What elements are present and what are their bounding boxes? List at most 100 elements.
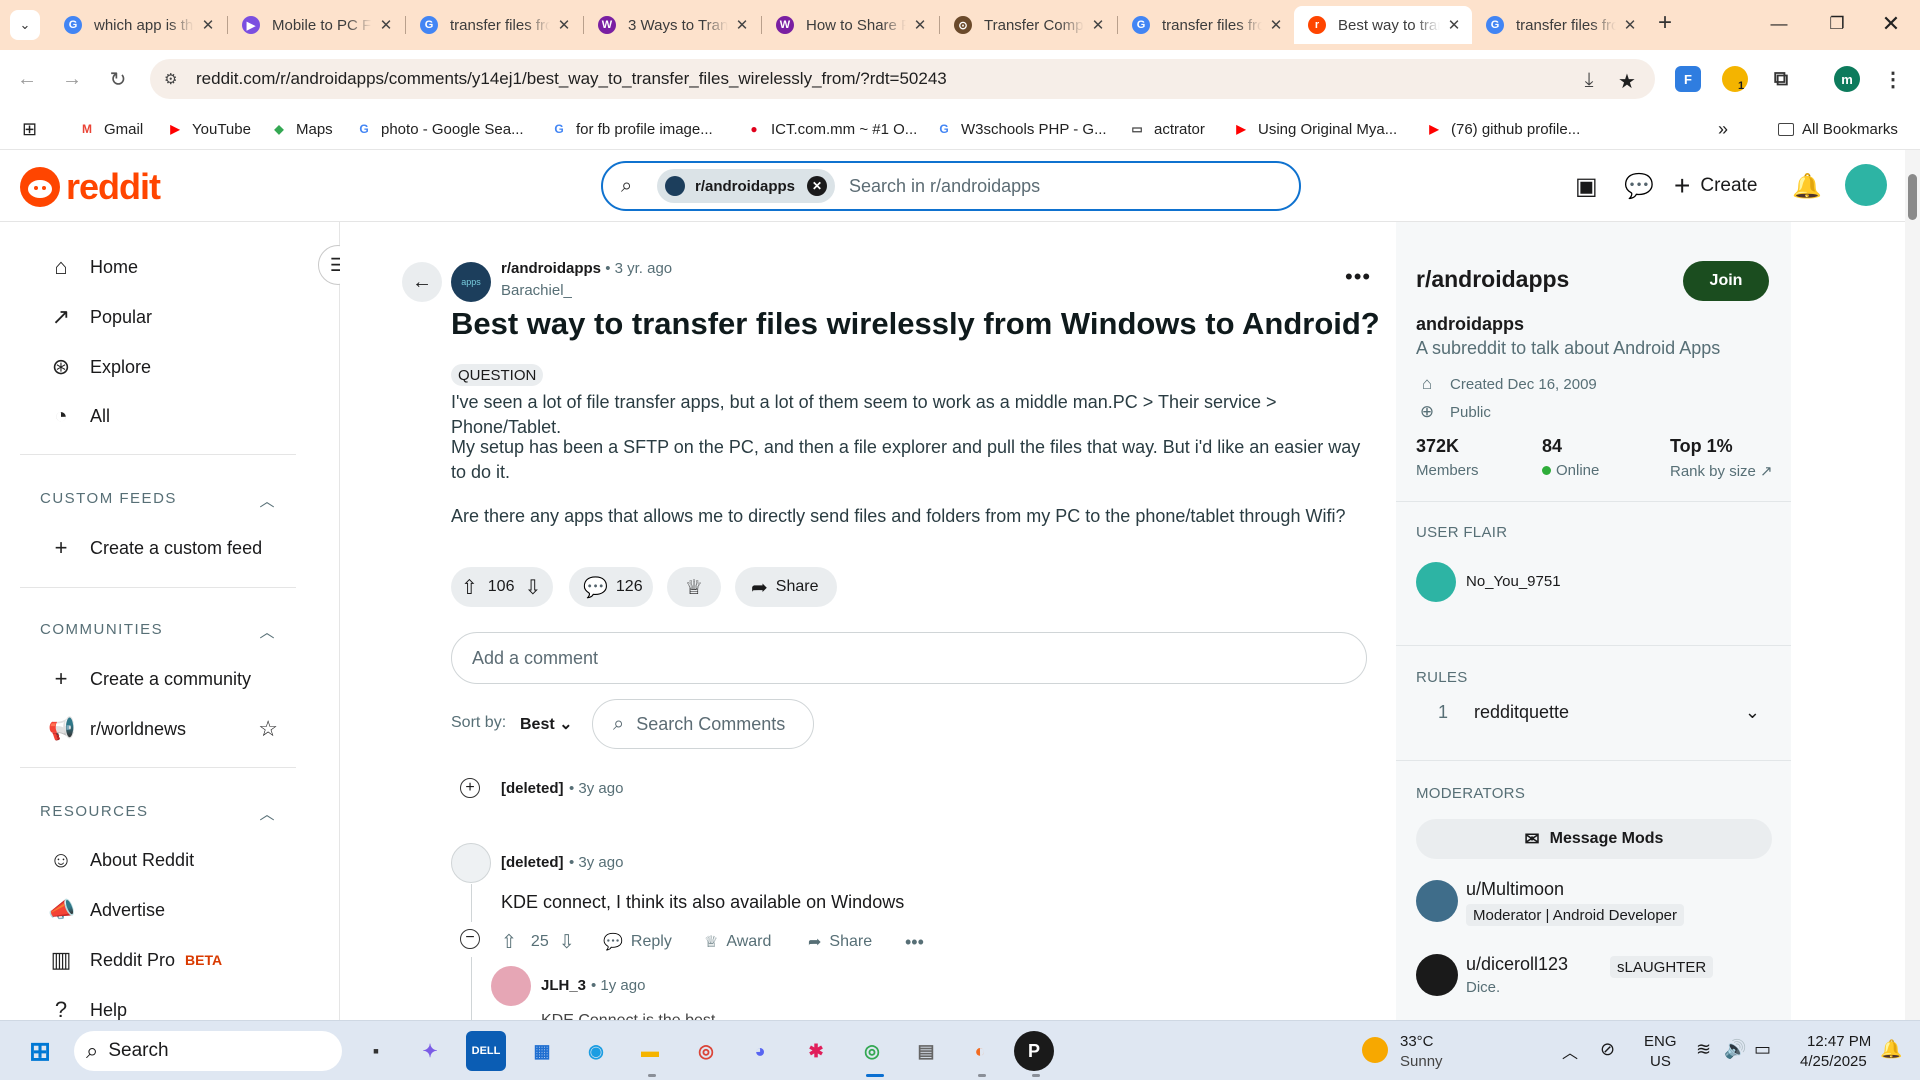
browser-tab[interactable]: Gtransfer files from pc ✕ (1118, 6, 1294, 44)
clock-time[interactable]: 12:47 PM (1807, 1033, 1871, 1050)
chrome-menu-icon[interactable]: ⋮ (1880, 66, 1906, 92)
back-nav-button[interactable]: ← (12, 64, 42, 94)
post-subreddit-link[interactable]: r/androidapps (501, 260, 601, 277)
extension-translate-icon[interactable]: F (1675, 66, 1701, 92)
taskbar-search[interactable]: ⌕ Search (74, 1031, 342, 1071)
search-input[interactable]: Search in r/androidapps (849, 176, 1040, 197)
collapse-comment-icon[interactable]: − (460, 929, 480, 949)
more-bookmarks-icon[interactable]: » (1718, 118, 1728, 140)
profile-avatar[interactable]: m (1834, 66, 1860, 92)
community-worldnews[interactable]: 📢 r/worldnews ☆ (48, 709, 278, 749)
resource-item[interactable]: ▥ Reddit Pro BETA (48, 940, 223, 980)
mod-name[interactable]: u/Multimoon (1466, 879, 1564, 900)
downvote-icon[interactable]: ⇩ (559, 931, 575, 954)
subreddit-avatar[interactable]: apps (451, 262, 491, 302)
comment-overflow-icon[interactable]: ••• (905, 929, 924, 955)
nav-item-all[interactable]: ◔ All (48, 396, 110, 436)
browser-tab[interactable]: Gtransfer files from pc to ✕ (406, 6, 582, 44)
browser-tab[interactable]: ⊙ Transfer Companion ✕ (940, 6, 1116, 44)
notification-icon[interactable]: 🔔 (1880, 1039, 1902, 1060)
close-tab-icon[interactable]: ✕ (734, 16, 750, 34)
resource-item[interactable]: 📣 Advertise (48, 890, 165, 930)
user-avatar[interactable] (1845, 164, 1887, 206)
back-arrow-button[interactable]: ← (402, 262, 442, 302)
copilot-icon[interactable]: ✦ (410, 1031, 450, 1071)
edge-icon[interactable]: ◉ (576, 1031, 616, 1071)
reply-button[interactable]: 💬 Reply (603, 929, 672, 955)
bookmark-item[interactable]: Gphoto - Google Sea... (355, 118, 523, 140)
create-community[interactable]: + Create a community (48, 659, 252, 699)
communities-header[interactable]: COMMUNITIES ︿ (40, 621, 276, 642)
apps-grid-icon[interactable]: ⊞ (22, 118, 37, 140)
close-tab-icon[interactable]: ✕ (1622, 16, 1638, 34)
comment-author[interactable]: [deleted] (501, 854, 564, 871)
discord-icon[interactable]: ◕ (740, 1031, 780, 1071)
windows-start-icon[interactable]: ⊞ (20, 1031, 60, 1071)
rule-item[interactable]: 1 redditquette ⌄ (1416, 692, 1772, 732)
user-flair-name[interactable]: No_You_9751 (1466, 573, 1561, 590)
close-tab-icon[interactable]: ✕ (912, 16, 928, 34)
language-primary[interactable]: ENG (1644, 1033, 1677, 1050)
bookmark-star-icon[interactable]: ★ (1613, 69, 1641, 94)
bookmark-item[interactable]: ▭ actrator (1128, 118, 1205, 140)
dell-icon[interactable]: DELL (466, 1031, 506, 1071)
page-scrollbar[interactable] (1905, 150, 1920, 1020)
notifications-bell-icon[interactable]: 🔔 (1792, 172, 1822, 201)
comments-button[interactable]: 💬 126 (569, 567, 653, 607)
comment-author[interactable]: JLH_3 (541, 977, 586, 994)
resource-item[interactable]: ☺ About Reddit (48, 840, 194, 880)
extension-icon[interactable]: 1 (1722, 66, 1748, 92)
create-custom-feed[interactable]: + Create a custom feed (48, 528, 263, 568)
nav-item-popular[interactable]: ↗ Popular (48, 297, 152, 337)
chat-icon[interactable]: 💬 (1624, 172, 1654, 201)
scrollbar-thumb[interactable] (1908, 174, 1917, 220)
custom-feeds-header[interactable]: CUSTOM FEEDS ︿ (40, 490, 276, 511)
minimize-button[interactable]: — (1750, 0, 1808, 48)
reload-button[interactable]: ↻ (103, 64, 133, 94)
expand-comment-icon[interactable]: + (460, 778, 480, 798)
upvote-icon[interactable]: ⇧ (501, 931, 517, 954)
file-explorer-icon[interactable]: ▬ (630, 1031, 670, 1071)
community-title[interactable]: r/androidapps (1416, 266, 1569, 293)
browser-tab[interactable]: r Best way to transfer files ✕ (1294, 6, 1472, 44)
post-author[interactable]: Barachiel_ (501, 282, 572, 299)
close-tab-icon[interactable]: ✕ (378, 16, 394, 34)
jlh-avatar[interactable] (491, 966, 531, 1006)
address-bar[interactable]: ⚙ reddit.com/r/androidapps/comments/y14e… (150, 59, 1655, 99)
upvote-icon[interactable]: ⇧ (461, 575, 478, 600)
close-tab-icon[interactable]: ✕ (1090, 16, 1106, 34)
advertise-icon[interactable]: ▣ (1575, 172, 1598, 201)
bookmark-item[interactable]: Gfor fb profile image... (550, 118, 712, 140)
browser-tab[interactable]: W 3 Ways to Transfer Files ✕ (584, 6, 760, 44)
site-info-icon[interactable]: ⚙ (164, 70, 188, 88)
rank-link[interactable]: Rank by size ↗ (1670, 462, 1773, 480)
close-tab-icon[interactable]: ✕ (1268, 16, 1284, 34)
slack-icon[interactable]: ✱ (796, 1031, 836, 1071)
all-bookmarks-button[interactable]: All Bookmarks (1778, 118, 1898, 140)
bookmark-item[interactable]: G W3schools PHP - G... (935, 118, 1106, 140)
bookmark-item[interactable]: ◆ Maps (270, 118, 332, 140)
bookmark-item[interactable]: ▶ YouTube (166, 118, 251, 140)
app-p-icon[interactable]: P (1014, 1031, 1054, 1071)
message-mods-button[interactable]: ✉ Message Mods (1416, 819, 1772, 859)
create-post-button[interactable]: + Create (1674, 168, 1757, 204)
store-icon[interactable]: ▦ (522, 1031, 562, 1071)
mod-avatar[interactable] (1416, 880, 1458, 922)
bookmark-item[interactable]: ▶ (76) github profile... (1425, 118, 1580, 140)
favorite-star-icon[interactable]: ☆ (258, 716, 278, 742)
search-comments-input[interactable]: ⌕ Search Comments (592, 699, 814, 749)
close-tab-icon[interactable]: ✕ (1446, 16, 1462, 34)
mod-name[interactable]: u/diceroll123 (1466, 954, 1568, 975)
forward-nav-button[interactable]: → (57, 64, 87, 94)
weather-sun-icon[interactable] (1362, 1037, 1388, 1063)
post-flair[interactable]: QUESTION (451, 364, 544, 386)
tray-overflow-icon[interactable]: ︿ (1562, 1039, 1578, 1063)
share-comment-button[interactable]: ➦ Share (808, 929, 872, 955)
maximize-button[interactable]: ❐ (1808, 0, 1866, 48)
install-app-icon[interactable]: ⤓ (1575, 69, 1603, 92)
nav-item-explore[interactable]: ⊛ Explore (48, 347, 151, 387)
task-view-icon[interactable]: ▪ (356, 1031, 396, 1071)
new-tab-button[interactable]: + (1650, 8, 1680, 38)
chrome-profile-icon[interactable]: ◎ (852, 1031, 892, 1071)
bookmark-item[interactable]: M Gmail (78, 118, 143, 140)
